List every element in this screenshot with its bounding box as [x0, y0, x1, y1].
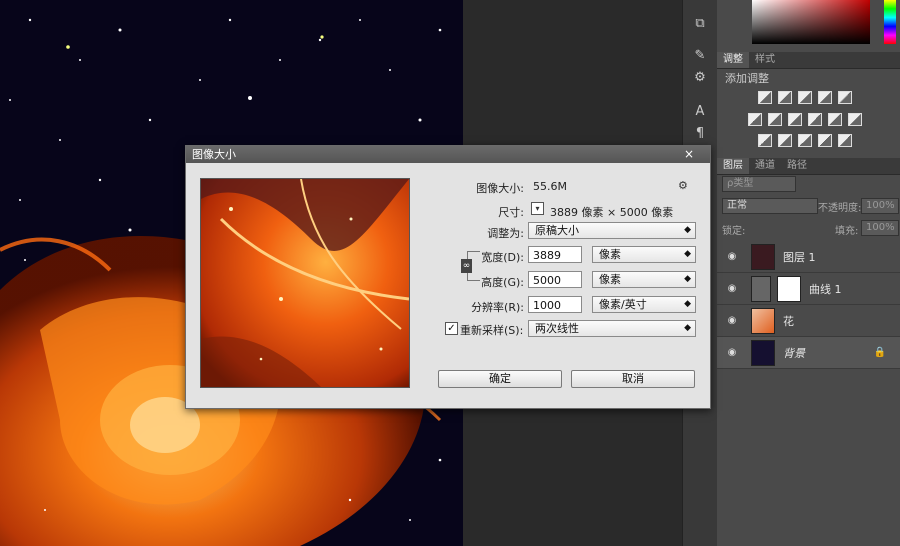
- opacity-input[interactable]: 100%: [861, 198, 899, 214]
- layer-name: 曲线 1: [809, 282, 842, 296]
- curves-icon[interactable]: [798, 91, 812, 104]
- adjust-row-2: [748, 113, 862, 126]
- resolution-label: 分辨率(R):: [471, 301, 524, 314]
- visibility-eye-icon[interactable]: ◉: [725, 347, 739, 358]
- layer-row[interactable]: ◉ 背景 🔒: [717, 337, 900, 369]
- adjust-row-1: [758, 91, 852, 104]
- height-unit-select[interactable]: 像素 ◆: [592, 271, 696, 288]
- fill-label: 填充:: [835, 226, 859, 237]
- resolution-unit-select[interactable]: 像素/英寸 ◆: [592, 296, 696, 313]
- selective-color-icon[interactable]: [818, 134, 832, 147]
- vibrance-icon[interactable]: [838, 91, 852, 104]
- hue-saturation-icon[interactable]: [748, 113, 762, 126]
- tab-adjustments[interactable]: 调整: [717, 52, 749, 68]
- layer-row[interactable]: ◉ 曲线 1: [717, 273, 900, 305]
- gear-icon[interactable]: ⚙: [678, 179, 688, 192]
- threshold-icon[interactable]: [798, 134, 812, 147]
- paragraph-icon[interactable]: ¶: [692, 126, 708, 142]
- brush-settings-icon[interactable]: ✎: [692, 48, 708, 64]
- dimensions-label: 尺寸:: [498, 206, 524, 219]
- layer-filter-select[interactable]: ρ类型: [722, 176, 796, 192]
- layers-tabbar: 图层 通道 路径: [717, 158, 900, 175]
- adjust-panel-title: 添加调整: [725, 72, 769, 85]
- visibility-eye-icon[interactable]: ◉: [725, 283, 739, 294]
- blend-mode-select[interactable]: 正常: [722, 198, 818, 214]
- dimensions-unit-toggle[interactable]: ▾: [531, 202, 544, 215]
- width-unit-select[interactable]: 像素 ◆: [592, 246, 696, 263]
- color-balance-icon[interactable]: [768, 113, 782, 126]
- image-size-value: 55.6M: [533, 180, 567, 193]
- ok-button[interactable]: 确定: [438, 370, 562, 388]
- fit-to-value: 原稿大小: [535, 224, 579, 237]
- tab-channels[interactable]: 通道: [749, 158, 781, 174]
- resolution-input[interactable]: 1000: [528, 296, 582, 313]
- dialog-title: 图像大小: [192, 148, 236, 161]
- image-preview[interactable]: [200, 178, 410, 388]
- width-unit-value: 像素: [599, 248, 621, 261]
- photo-filter-icon[interactable]: [808, 113, 822, 126]
- resample-select[interactable]: 两次线性 ◆: [528, 320, 696, 337]
- lock-label: 锁定:: [722, 226, 746, 237]
- levels-icon[interactable]: [778, 91, 792, 104]
- close-button[interactable]: ×: [672, 148, 706, 160]
- chevron-down-icon: ◆: [684, 274, 691, 284]
- width-input[interactable]: 3889: [528, 246, 582, 263]
- height-unit-value: 像素: [599, 273, 621, 286]
- layer-thumbnail: [751, 307, 775, 334]
- layer-thumbnail: [751, 339, 775, 366]
- image-size-dialog: 图像大小 × 图像大小: 55.6M ⚙ 尺寸: ▾ 3889 像素 × 500…: [185, 145, 711, 409]
- character-icon[interactable]: A: [692, 104, 708, 120]
- tab-layers[interactable]: 图层: [717, 158, 749, 174]
- channel-mixer-icon[interactable]: [828, 113, 842, 126]
- lock-icon: 🔒: [873, 347, 886, 358]
- fit-to-label: 调整为:: [487, 227, 524, 240]
- fill-input[interactable]: 100%: [861, 220, 899, 236]
- color-field[interactable]: [752, 0, 870, 44]
- height-input[interactable]: 5000: [528, 271, 582, 288]
- layer-row[interactable]: ◉ 图层 1: [717, 241, 900, 273]
- visibility-eye-icon[interactable]: ◉: [725, 251, 739, 262]
- layer-name: 背景: [783, 346, 805, 360]
- layer-mask-thumbnail: [777, 275, 801, 302]
- fit-to-select[interactable]: 原稿大小 ◆: [528, 222, 696, 239]
- tab-paths[interactable]: 路径: [781, 158, 813, 174]
- resolution-unit-value: 像素/英寸: [599, 298, 647, 311]
- height-label: 高度(G):: [481, 276, 524, 289]
- image-size-label: 图像大小:: [476, 182, 524, 195]
- color-lookup-icon[interactable]: [848, 113, 862, 126]
- exposure-icon[interactable]: [818, 91, 832, 104]
- invert-icon[interactable]: [758, 134, 772, 147]
- layer-name: 花: [783, 314, 794, 328]
- visibility-eye-icon[interactable]: ◉: [725, 315, 739, 326]
- layer-row[interactable]: ◉ 花: [717, 305, 900, 337]
- width-label: 宽度(D):: [481, 251, 524, 264]
- dialog-titlebar[interactable]: 图像大小 ×: [186, 146, 710, 163]
- chevron-down-icon: ◆: [684, 323, 691, 333]
- adjust-row-3: [758, 134, 852, 147]
- cancel-button[interactable]: 取消: [571, 370, 695, 388]
- chevron-down-icon: ◆: [684, 225, 691, 235]
- black-white-icon[interactable]: [788, 113, 802, 126]
- chevron-down-icon: ◆: [684, 249, 691, 259]
- tool-presets-icon[interactable]: ⚙: [692, 70, 708, 86]
- hue-slider[interactable]: [884, 0, 896, 44]
- tab-styles[interactable]: 样式: [749, 52, 781, 68]
- layer-name: 图层 1: [783, 250, 816, 264]
- posterize-icon[interactable]: [778, 134, 792, 147]
- layer-thumbnail: [751, 243, 775, 270]
- dimensions-value: 3889 像素 × 5000 像素: [550, 206, 674, 219]
- resample-value: 两次线性: [535, 322, 579, 335]
- resample-label: 重新采样(S):: [460, 324, 524, 337]
- history-icon[interactable]: ⧉: [692, 16, 708, 32]
- brightness-icon[interactable]: [758, 91, 772, 104]
- opacity-label: 不透明度:: [818, 203, 862, 214]
- resample-checkbox[interactable]: ✓: [445, 322, 458, 335]
- gradient-map-icon[interactable]: [838, 134, 852, 147]
- curves-adjust-icon: [751, 275, 771, 302]
- chevron-down-icon: ◆: [684, 299, 691, 309]
- adjust-tabbar: 调整 样式: [717, 52, 900, 69]
- preview-artwork: [201, 179, 409, 387]
